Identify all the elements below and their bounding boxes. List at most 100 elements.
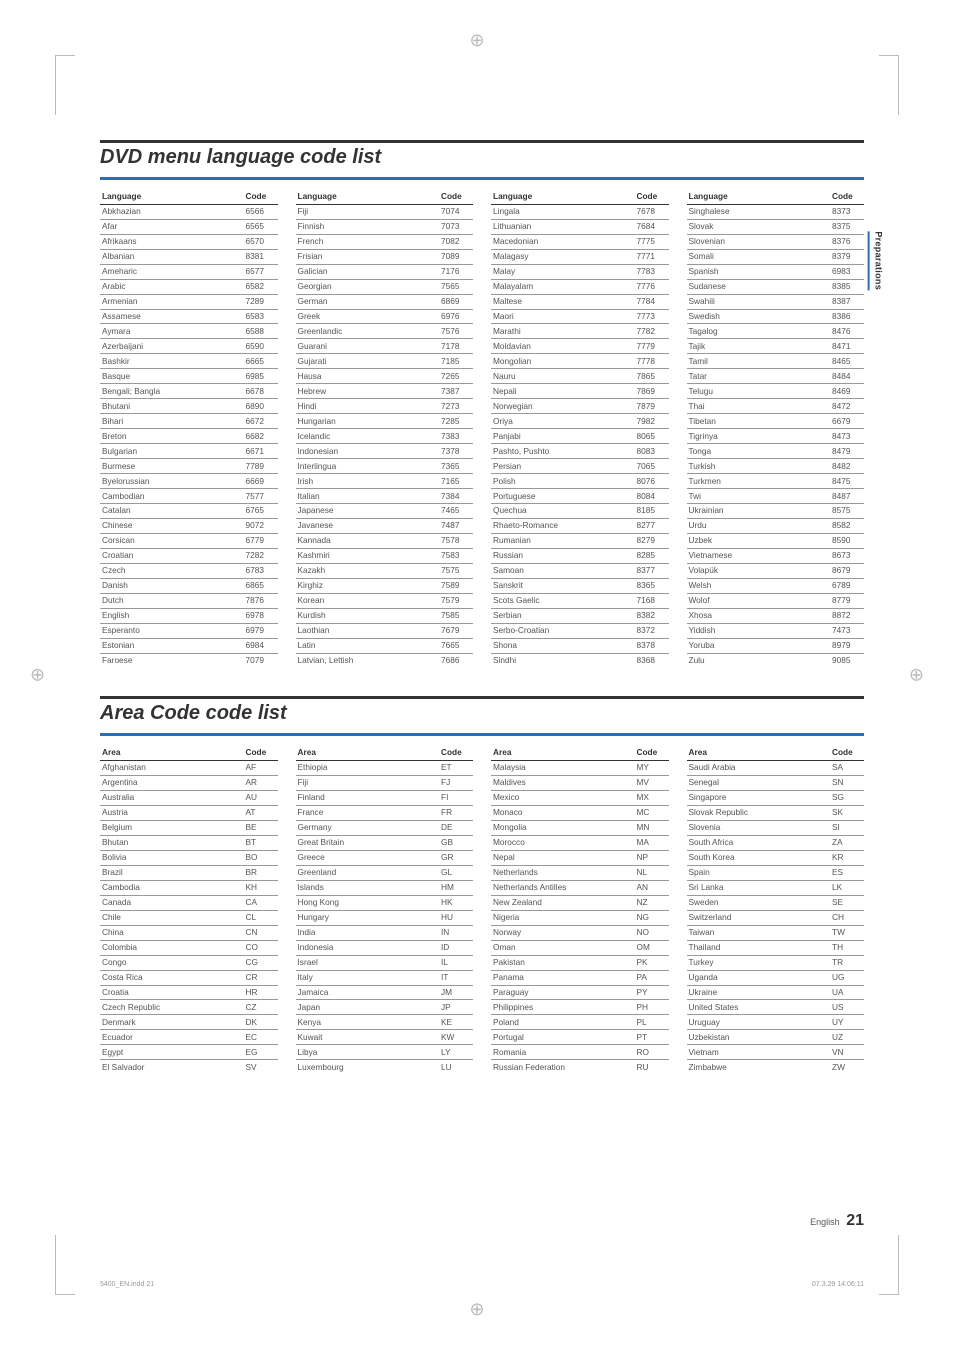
table-cell-name: Maori — [491, 309, 635, 324]
table-row: Afar6565 — [100, 219, 278, 234]
table-cell-name: Zulu — [687, 654, 831, 668]
table-cell-code: FR — [439, 805, 473, 820]
table-row: UkraineUA — [687, 985, 865, 1000]
table-cell-code: 7679 — [439, 624, 473, 639]
table-row: Aymara6588 — [100, 324, 278, 339]
table-row: Esperanto6979 — [100, 624, 278, 639]
table-cell-code: 8473 — [830, 429, 864, 444]
table-row: Frisian7089 — [296, 249, 474, 264]
table-cell-code: 7684 — [635, 219, 669, 234]
table-row: Slovak8375 — [687, 219, 865, 234]
page-number: 21 — [846, 1212, 864, 1229]
table-cell-name: Yiddish — [687, 624, 831, 639]
table-cell-name: Shona — [491, 639, 635, 654]
table-cell-name: Oriya — [491, 414, 635, 429]
table-row: Hausa7265 — [296, 369, 474, 384]
table-cell-code: 8084 — [635, 489, 669, 504]
table-cell-name: Ukraine — [687, 985, 831, 1000]
table-cell-name: Cambodia — [100, 880, 244, 895]
table-row: Uzbek8590 — [687, 534, 865, 549]
table-cell-name: Hebrew — [296, 384, 440, 399]
table-cell-code: MN — [635, 820, 669, 835]
table-cell-name: Hong Kong — [296, 895, 440, 910]
table-row: Danish6865 — [100, 579, 278, 594]
table-cell-code: 9072 — [244, 519, 278, 534]
table-cell-name: Morocco — [491, 835, 635, 850]
table-cell-name: Italian — [296, 489, 440, 504]
table-row: Persian7065 — [491, 459, 669, 474]
table-cell-name: Nepal — [491, 850, 635, 865]
table-cell-name: Slovenian — [687, 234, 831, 249]
table-cell-name: Fiji — [296, 204, 440, 219]
table-cell-code: 6669 — [244, 474, 278, 489]
table-cell-name: Arabic — [100, 279, 244, 294]
table-cell-name: Czech — [100, 564, 244, 579]
table-cell-code: MA — [635, 835, 669, 850]
table-cell-name: Mongolian — [491, 354, 635, 369]
table-cell-code: 7074 — [439, 204, 473, 219]
table-row: Panjabi8065 — [491, 429, 669, 444]
table-cell-name: Paraguay — [491, 985, 635, 1000]
table-cell-code: AN — [635, 880, 669, 895]
table-cell-code: NP — [635, 850, 669, 865]
table-row: Saudi ArabiaSA — [687, 760, 865, 775]
page-content: DVD menu language code list LanguageCode… — [0, 0, 954, 1162]
table-header: Language — [687, 190, 831, 204]
table-row: Netherlands AntillesAN — [491, 880, 669, 895]
table-row: Kashmiri7583 — [296, 549, 474, 564]
table-column: LanguageCodeFiji7074Finnish7073French708… — [296, 190, 474, 668]
table-column: AreaCodeAfghanistanAFArgentinaARAustrali… — [100, 746, 278, 1074]
table-row: Bihari6672 — [100, 414, 278, 429]
table-cell-code: 8472 — [830, 399, 864, 414]
table-cell-code: 7185 — [439, 354, 473, 369]
table-cell-code: IL — [439, 955, 473, 970]
table-cell-code: 8582 — [830, 519, 864, 534]
table-cell-code: SK — [830, 805, 864, 820]
table-header: Code — [635, 190, 669, 204]
table-cell-code: RO — [635, 1045, 669, 1060]
table-row: Czech6783 — [100, 564, 278, 579]
table-row: BhutanBT — [100, 835, 278, 850]
table-cell-code: HK — [439, 895, 473, 910]
table-row: EgyptEG — [100, 1045, 278, 1060]
table-cell-name: Great Britain — [296, 835, 440, 850]
table-row: Hungarian7285 — [296, 414, 474, 429]
table-row: Chinese9072 — [100, 519, 278, 534]
table-cell-code: 7665 — [439, 639, 473, 654]
table-row: Italian7384 — [296, 489, 474, 504]
table-row: UruguayUY — [687, 1015, 865, 1030]
table-cell-code: 7982 — [635, 414, 669, 429]
table-cell-name: South Africa — [687, 835, 831, 850]
table-cell-code: 8373 — [830, 204, 864, 219]
table-cell-code: UZ — [830, 1030, 864, 1045]
table-cell-name: Senegal — [687, 775, 831, 790]
table-cell-name: Esperanto — [100, 624, 244, 639]
table-cell-name: Sindhi — [491, 654, 635, 668]
table-column: LanguageCodeAbkhazian6566Afar6565Afrikaa… — [100, 190, 278, 668]
table-cell-code: 7579 — [439, 594, 473, 609]
table-cell-name: Australia — [100, 790, 244, 805]
table-row: Guarani7178 — [296, 339, 474, 354]
table-cell-code: 6979 — [244, 624, 278, 639]
table-cell-code: 7365 — [439, 459, 473, 474]
table-cell-name: Poland — [491, 1015, 635, 1030]
table-row: Croatian7282 — [100, 549, 278, 564]
table-cell-code: MY — [635, 760, 669, 775]
table-cell-code: FI — [439, 790, 473, 805]
table-row: Hong KongHK — [296, 895, 474, 910]
table-cell-name: Canada — [100, 895, 244, 910]
table-row: Tatar8484 — [687, 369, 865, 384]
table-cell-name: Sweden — [687, 895, 831, 910]
table-cell-code: CG — [244, 955, 278, 970]
table-cell-code: SA — [830, 760, 864, 775]
table-cell-name: Switzerland — [687, 910, 831, 925]
table-cell-name: Bengali; Bangla — [100, 384, 244, 399]
table-cell-name: French — [296, 234, 440, 249]
table-row: Maori7773 — [491, 309, 669, 324]
table-row: CambodiaKH — [100, 880, 278, 895]
table-cell-name: Oman — [491, 940, 635, 955]
table-row: CroatiaHR — [100, 985, 278, 1000]
table-row: Great BritainGB — [296, 835, 474, 850]
table-cell-name: New Zealand — [491, 895, 635, 910]
table-header: Code — [830, 190, 864, 204]
